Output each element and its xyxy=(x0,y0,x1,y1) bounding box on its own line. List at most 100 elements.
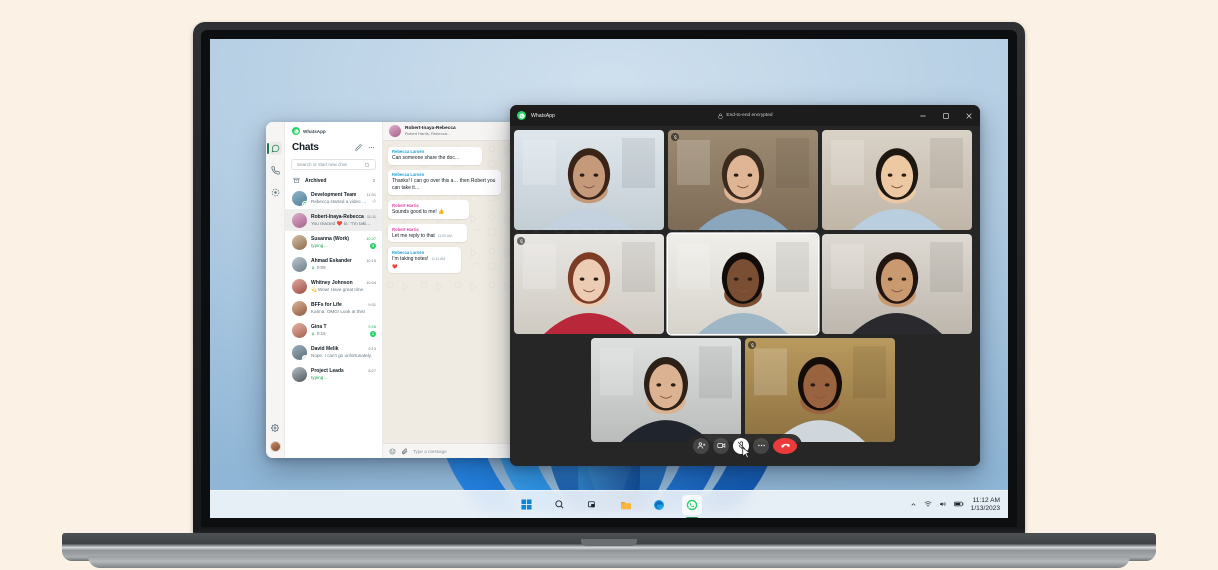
conversation-title: Robert-Inaya-Rebecca xyxy=(405,125,456,131)
list-item-bottom: 💫 Wow! Have great time. xyxy=(311,287,376,293)
message-author: Rebecca Larsen xyxy=(392,249,425,255)
participant-video xyxy=(745,338,895,442)
list-item-title: Gina T xyxy=(311,323,327,330)
close-button[interactable] xyxy=(957,105,980,126)
chat-list[interactable]: Development Team 11:01 Rebecca started a v… xyxy=(285,187,382,458)
clock[interactable]: 11:12 AM 1/13/2023 xyxy=(971,497,1000,513)
message-bubble-wrapper: Rebecca Larsen Thanks! I can go over this… xyxy=(388,169,519,200)
participant-tile[interactable] xyxy=(668,234,818,334)
message-bubble[interactable]: Robert Harris Sounds good to me! 👍 xyxy=(388,200,470,219)
list-item[interactable]: Robert-Inaya-Rebecca 11:11 You reacted ❤️ … xyxy=(285,209,382,231)
list-item-preview: Karina: OMG! Look at this! xyxy=(311,309,366,314)
volume-icon xyxy=(939,502,946,506)
message-composer[interactable]: Type a message xyxy=(383,443,524,458)
message-time: 11:09 AM xyxy=(437,233,452,238)
conversation-header[interactable]: Robert-Inaya-Rebecca Robert Harris, Rebe… xyxy=(383,122,524,141)
message-bubble[interactable]: Rebecca Larsen Can someone share the doc… xyxy=(388,146,483,165)
windows-taskbar[interactable]: 11:12 AM 1/13/2023 xyxy=(210,490,1008,518)
message-text: Sounds good to me! 👍 xyxy=(392,208,445,215)
participant-tile[interactable] xyxy=(668,130,818,230)
participant-tile[interactable] xyxy=(514,234,664,334)
avatar[interactable] xyxy=(269,441,281,452)
show-hidden-icons-button[interactable] xyxy=(910,501,917,510)
minimize-button[interactable] xyxy=(911,105,934,126)
microphone-icon xyxy=(311,265,315,269)
list-item-title: David Melik xyxy=(311,346,339,352)
list-item[interactable]: Ahmad Eskander 10:15 0:09 xyxy=(285,253,382,275)
archived-row[interactable]: Archived 2 xyxy=(285,174,382,187)
end-call-button[interactable] xyxy=(773,437,797,454)
message-text: I’m taking notes! 11:11 AM xyxy=(392,255,446,262)
list-item-time: 9:26 xyxy=(368,323,376,329)
battery-button[interactable] xyxy=(953,500,964,510)
add-participant-button[interactable] xyxy=(693,437,709,454)
mouse-cursor xyxy=(742,447,751,459)
volume-button[interactable] xyxy=(939,500,947,510)
list-item-body: Gina T 9:26 0:16 1 xyxy=(311,324,376,337)
message-bubble[interactable]: Rebecca Larsen I’m taking notes! 11:11 AM ❤… xyxy=(388,247,462,273)
voice-message: 0:09 xyxy=(311,265,326,270)
sidebar-item-calls[interactable] xyxy=(269,164,282,177)
participant-tile[interactable] xyxy=(514,130,664,230)
wifi-icon xyxy=(924,501,932,507)
list-item[interactable]: BFFs for Life 9:31 Karina: OMG! Look at th… xyxy=(285,297,382,319)
sidebar-item-chats[interactable] xyxy=(268,142,282,155)
network-button[interactable] xyxy=(924,500,932,510)
muted-badge xyxy=(302,354,307,360)
paperclip-icon[interactable] xyxy=(401,448,408,455)
message-bubble[interactable]: Rebecca Larsen Thanks! I can go over this… xyxy=(388,169,501,195)
list-item-title: Development Team xyxy=(311,192,357,198)
list-item-body: Ahmad Eskander 10:15 0:09 xyxy=(311,258,376,270)
call-window-app-name: WhatsApp xyxy=(531,112,555,119)
message-input[interactable]: Type a message xyxy=(413,449,447,454)
whatsapp-call-window[interactable]: WhatsApp End-to-end encrypted xyxy=(510,105,980,466)
conversation-pane: Robert-Inaya-Rebecca Robert Harris, Rebe… xyxy=(383,122,524,458)
list-item[interactable]: David Melik 9:13 Nope. I can’t go unfortun… xyxy=(285,341,382,363)
participant-tile[interactable] xyxy=(745,338,895,442)
list-item-body: David Melik 9:13 Nope. I can’t go unfortun… xyxy=(311,346,376,358)
pin-icon xyxy=(371,199,376,204)
list-item[interactable]: Development Team 11:01 Rebecca started a v… xyxy=(285,187,382,209)
camera-button[interactable] xyxy=(713,437,729,454)
message-reaction[interactable]: ❤️ xyxy=(392,264,457,270)
start-button[interactable] xyxy=(517,495,537,515)
participant-tile[interactable] xyxy=(822,234,972,334)
voice-duration: 0:09 xyxy=(317,265,326,270)
system-tray[interactable]: 11:12 AM 1/13/2023 xyxy=(910,491,1000,518)
message-bubble-wrapper: Rebecca Larsen Can someone share the doc… xyxy=(388,146,519,170)
status-circle-icon xyxy=(271,188,279,197)
list-item-title: Robert-Inaya-Rebecca xyxy=(311,213,364,220)
sidebar-item-status[interactable] xyxy=(269,186,282,199)
edge-button[interactable] xyxy=(649,495,669,515)
page-title: Chats xyxy=(292,141,319,153)
more-options-button[interactable] xyxy=(753,437,769,454)
participant-tile[interactable] xyxy=(591,338,741,442)
whatsapp-main-window[interactable]: WhatsApp Chats Search or start new chat … xyxy=(266,122,524,458)
search-input[interactable]: Search or start new chat xyxy=(291,159,376,170)
avatar xyxy=(292,234,307,250)
task-view-button[interactable] xyxy=(583,495,603,515)
maximize-button[interactable] xyxy=(934,105,957,126)
avatar xyxy=(292,366,307,382)
more-horizontal-icon[interactable] xyxy=(368,138,375,156)
avatar xyxy=(292,190,307,206)
participant-tile[interactable] xyxy=(822,130,972,230)
whatsapp-button[interactable] xyxy=(681,494,702,518)
call-controls-bar[interactable] xyxy=(688,434,802,459)
conversation-title-group: Robert-Inaya-Rebecca Robert Harris, Rebe… xyxy=(405,126,456,137)
new-chat-icon[interactable] xyxy=(355,138,362,156)
file-explorer-button[interactable] xyxy=(616,495,636,515)
more-horizontal-icon xyxy=(757,444,765,447)
list-item-bottom: 0:09 xyxy=(311,265,376,270)
list-item[interactable]: Project Leads 8:27 typing… xyxy=(285,363,382,385)
message-text: Let me reply to that 11:09 AM xyxy=(392,232,452,239)
sidebar-item-settings[interactable] xyxy=(269,421,282,434)
search-button[interactable] xyxy=(550,495,570,515)
list-item-preview: typing… xyxy=(311,243,328,248)
participant-video xyxy=(514,234,664,334)
message-bubble[interactable]: Robert Harris Let me reply to that 11:09 A… xyxy=(388,224,467,243)
list-item[interactable]: Gina T 9:26 0:16 1 xyxy=(285,319,382,341)
list-item[interactable]: Whitney Johnson 10:04 💫 Wow! Have great ti… xyxy=(285,275,382,297)
emoji-icon[interactable] xyxy=(389,448,396,455)
list-item[interactable]: Susanna (Work) 10:37 typing… 3 xyxy=(285,231,382,253)
